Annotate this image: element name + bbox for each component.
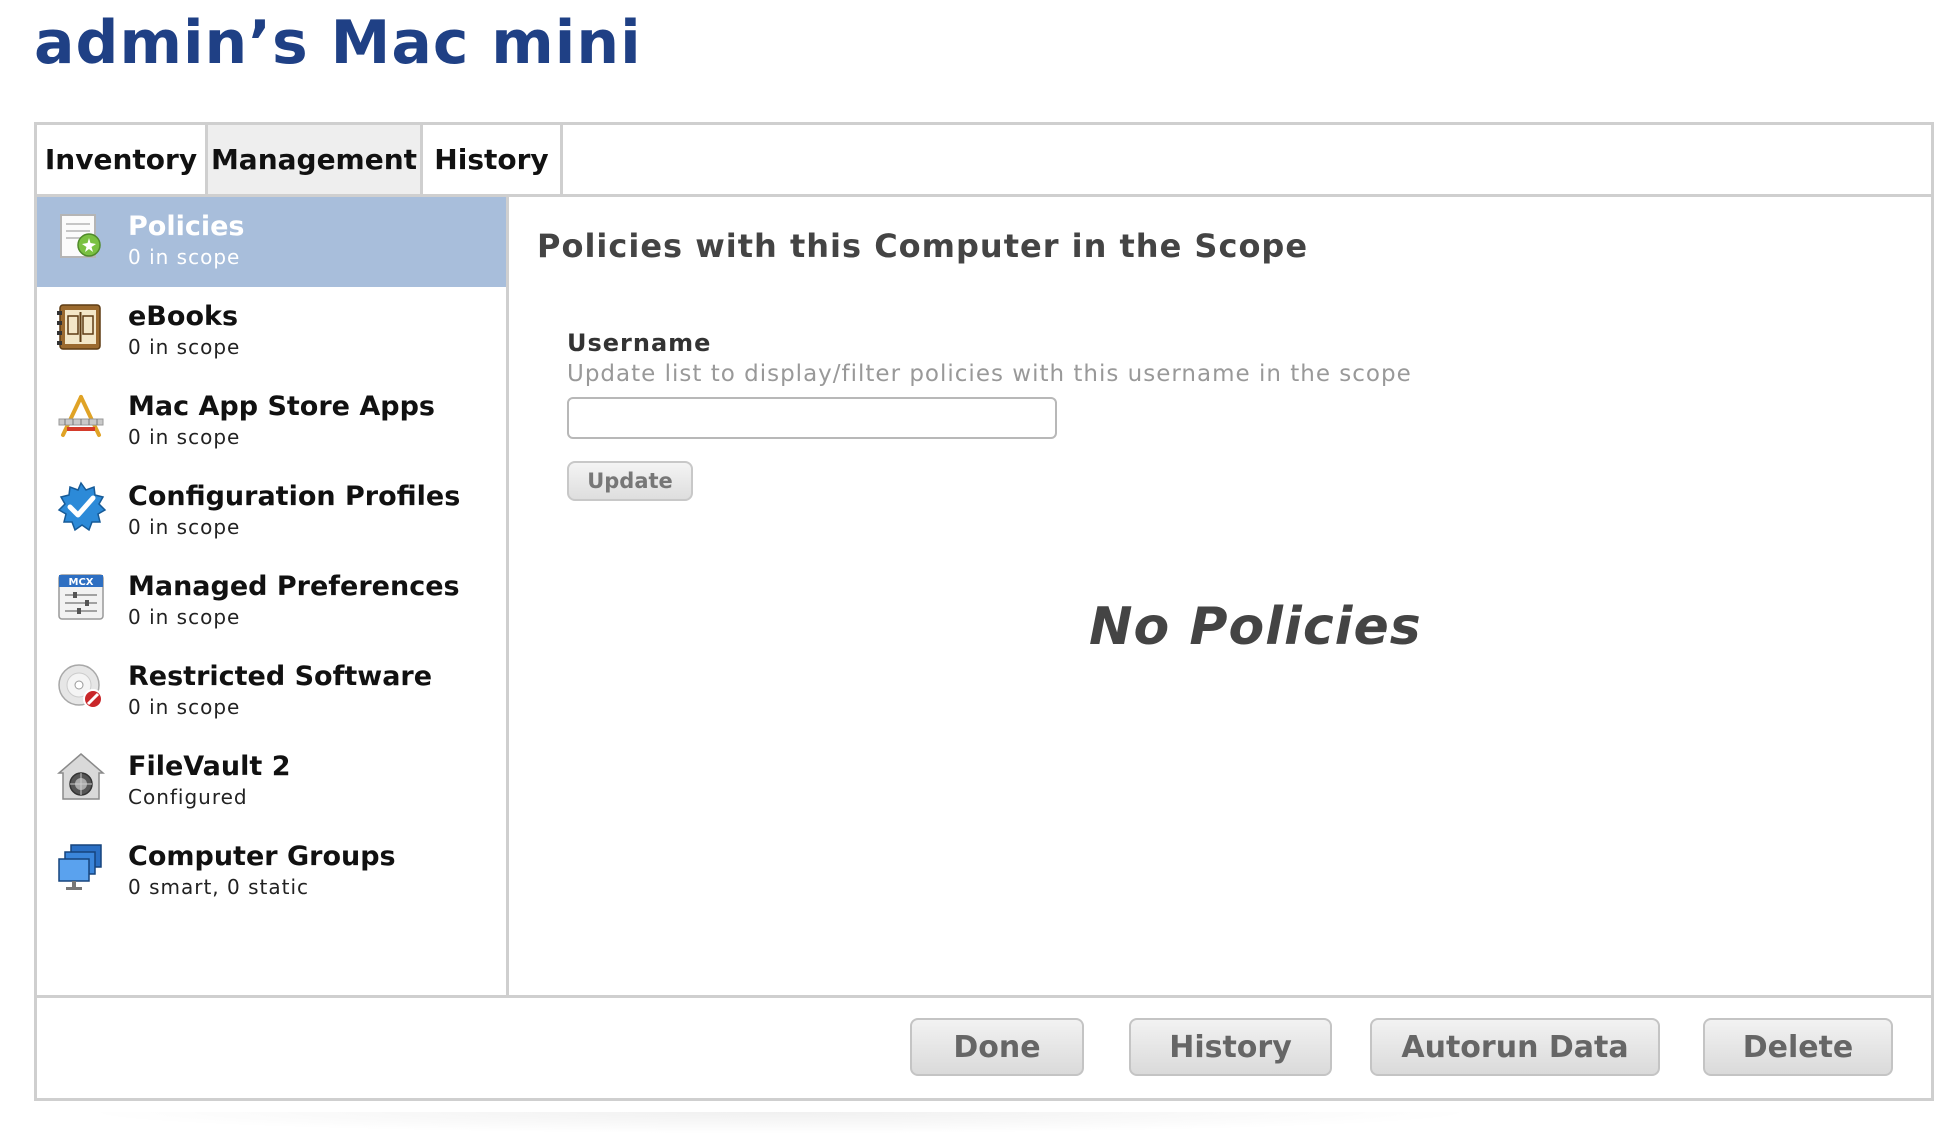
sidebar-item-count: 0 in scope [128, 515, 241, 539]
sidebar-item-label: eBooks [128, 301, 239, 332]
sidebar-item-count: 0 in scope [128, 425, 241, 449]
sidebar-item-label: Policies [128, 211, 245, 242]
tab-inventory[interactable]: Inventory [37, 125, 208, 194]
username-help-text: Update list to display/filter policies w… [567, 361, 1412, 387]
footer-bar: Done History Autorun Data Delete [37, 995, 1931, 1098]
mcx-icon: MCX [58, 574, 104, 620]
empty-state-message: No Policies [1089, 597, 1422, 657]
restricted-software-icon [58, 664, 103, 709]
sidebar-item-policies[interactable]: Policies 0 in scope [37, 197, 506, 287]
sidebar-item-count: 0 smart, 0 static [128, 875, 310, 899]
svg-text:MCX: MCX [69, 577, 94, 588]
sidebar-item-managed-preferences[interactable]: MCX Managed Preferences 0 in scope [37, 557, 506, 647]
app-store-icon [58, 395, 104, 437]
sidebar-item-count: 0 in scope [128, 335, 241, 359]
sidebar-item-label: Configuration Profiles [128, 481, 461, 512]
management-sidebar: Policies 0 in scope eBooks 0 in scope Ma… [37, 197, 509, 998]
sidebar-item-computer-groups[interactable]: Computer Groups 0 smart, 0 static [37, 827, 506, 917]
sidebar-item-label: Computer Groups [128, 841, 396, 872]
policies-icon [60, 214, 101, 258]
sidebar-item-configuration-profiles[interactable]: Configuration Profiles 0 in scope [37, 467, 506, 557]
username-input[interactable] [567, 397, 1057, 439]
sidebar-item-count: Configured [128, 785, 248, 809]
page-title: admin’s Mac mini [34, 8, 642, 78]
policies-content: Policies with this Computer in the Scope… [509, 197, 1931, 998]
section-title: Policies with this Computer in the Scope [537, 227, 1309, 265]
sidebar-item-count: 0 in scope [128, 695, 241, 719]
configuration-profile-icon [57, 481, 107, 532]
sidebar-item-ebooks[interactable]: eBooks 0 in scope [37, 287, 506, 377]
sidebar-item-label: FileVault 2 [128, 751, 291, 782]
sidebar-item-mac-app-store-apps[interactable]: Mac App Store Apps 0 in scope [37, 377, 506, 467]
autorun-data-button[interactable]: Autorun Data [1370, 1018, 1660, 1076]
filevault-icon [56, 753, 106, 800]
update-button[interactable]: Update [567, 461, 693, 501]
sidebar-item-count: 0 in scope [128, 245, 241, 269]
computer-groups-icon [58, 844, 102, 890]
sidebar-item-count: 0 in scope [128, 605, 241, 629]
tab-history[interactable]: History [423, 125, 563, 194]
delete-button[interactable]: Delete [1703, 1018, 1893, 1076]
username-label: Username [567, 329, 712, 357]
ebook-icon [57, 304, 101, 350]
sidebar-item-label: Restricted Software [128, 661, 433, 692]
done-button[interactable]: Done [910, 1018, 1084, 1076]
tab-bar: Inventory Management History [37, 125, 1931, 197]
page-shadow [70, 1112, 1490, 1134]
sidebar-item-label: Mac App Store Apps [128, 391, 435, 422]
sidebar-item-filevault-2[interactable]: FileVault 2 Configured [37, 737, 506, 827]
sidebar-item-label: Managed Preferences [128, 571, 460, 602]
computer-record-panel: Inventory Management History Policies 0 … [34, 122, 1934, 1101]
history-button[interactable]: History [1129, 1018, 1332, 1076]
tab-management[interactable]: Management [208, 125, 423, 194]
sidebar-item-restricted-software[interactable]: Restricted Software 0 in scope [37, 647, 506, 737]
